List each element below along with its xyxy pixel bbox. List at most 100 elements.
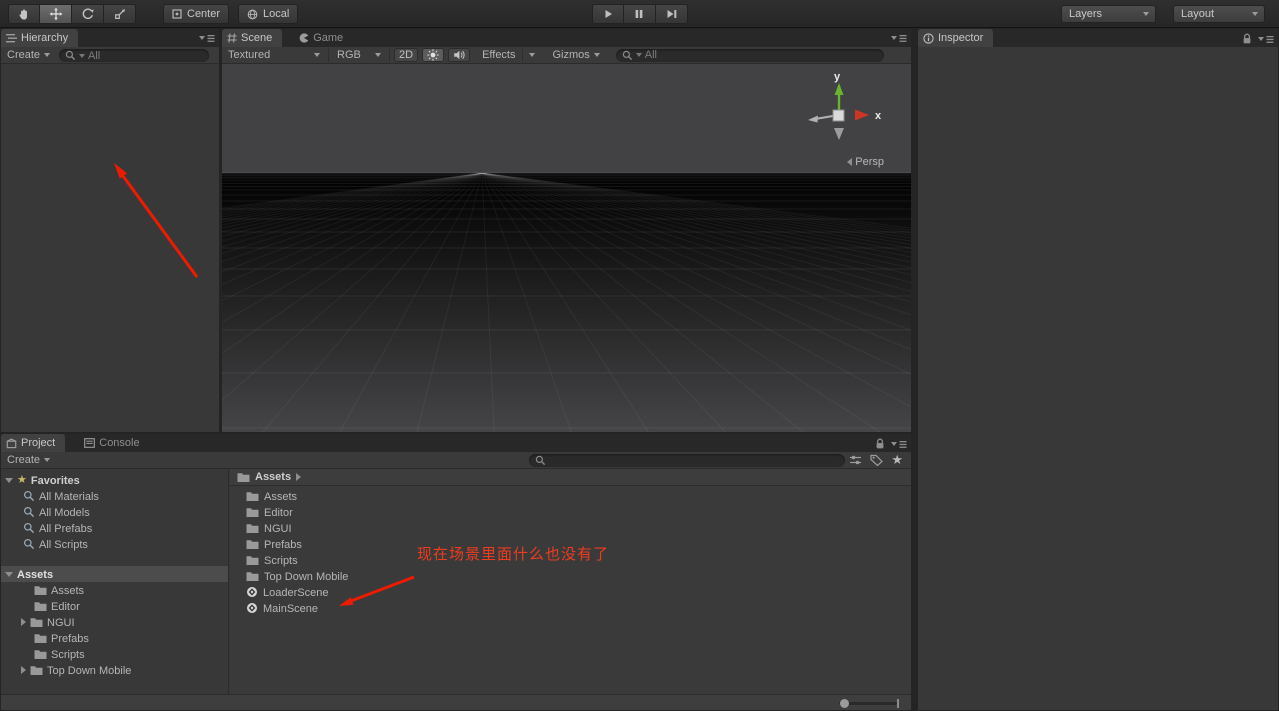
asset-item-top-down-mobile[interactable]: Top Down Mobile (230, 568, 911, 584)
tree-item-assets-root[interactable]: Assets (1, 566, 228, 582)
divider (389, 48, 390, 62)
tree-item-assets[interactable]: Assets (1, 582, 228, 598)
asset-item-ngui[interactable]: NGUI (230, 520, 911, 536)
search-by-type-icon[interactable] (849, 454, 862, 466)
gizmos-label: Gizmos (552, 49, 590, 61)
move-icon (49, 7, 62, 21)
pane-menu-icon[interactable] (891, 439, 907, 450)
projection-toggle[interactable]: Persp (847, 156, 884, 168)
folder-icon (246, 507, 259, 517)
gizmo-cube-icon (832, 109, 845, 122)
pivot-center-button[interactable]: Center (163, 4, 230, 24)
favorites-item-all-models[interactable]: All Models (1, 504, 228, 520)
hierarchy-search-input[interactable]: All (59, 49, 209, 62)
pane-menu-icon[interactable] (1258, 34, 1274, 45)
search-by-label-icon[interactable] (870, 454, 884, 466)
tree-item-scripts[interactable]: Scripts (1, 646, 228, 662)
scene-lighting-toggle[interactable] (422, 48, 445, 62)
asset-item-loaderscene[interactable]: LoaderScene (230, 584, 911, 600)
pane-menu-icon[interactable] (199, 33, 215, 44)
tab-game[interactable]: Game (294, 29, 354, 47)
tab-project-label: Project (21, 437, 56, 449)
x-axis-arrow-icon (855, 109, 869, 121)
divider (521, 48, 523, 62)
hierarchy-tabrow: Hierarchy (1, 29, 219, 47)
info-icon (923, 32, 934, 44)
tab-inspector[interactable]: Inspector (918, 29, 994, 47)
tree-item-ngui[interactable]: NGUI (1, 614, 228, 630)
tab-scene[interactable]: Scene (222, 29, 283, 47)
gizmos-dropdown[interactable]: Gizmos (547, 47, 606, 63)
tab-game-label: Game (313, 32, 344, 44)
hand-tool-button[interactable] (8, 4, 40, 24)
scene-search-input[interactable]: All (615, 48, 884, 62)
pivot-icon (172, 9, 182, 19)
breadcrumb[interactable]: Assets (230, 469, 911, 486)
space-local-label: Local (263, 8, 290, 20)
hierarchy-toolbar: Create All (1, 47, 219, 64)
foldout-open-icon (5, 571, 13, 577)
inspector-body (918, 47, 1278, 710)
scene-viewport[interactable]: y x Persp (222, 64, 911, 432)
saved-search-star-icon[interactable]: ★ (891, 453, 903, 466)
tree-item-prefabs[interactable]: Prefabs (1, 630, 228, 646)
sun-icon (427, 49, 439, 61)
lock-icon[interactable] (1242, 33, 1252, 45)
divider (328, 48, 329, 62)
inspector-tabrow: Inspector (918, 29, 1278, 47)
pause-button[interactable] (623, 4, 656, 24)
move-tool-button[interactable] (40, 4, 72, 24)
tree-item-editor[interactable]: Editor (1, 598, 228, 614)
project-tabrow: Project Console (1, 434, 911, 452)
project-content: ★ Favorites All Materials All Models All… (1, 469, 911, 694)
rotate-tool-button[interactable] (72, 4, 104, 24)
tab-console[interactable]: Console (79, 434, 150, 452)
favorites-star-icon: ★ (17, 474, 27, 486)
project-create-dropdown[interactable]: Create (1, 452, 56, 468)
tab-project[interactable]: Project (1, 434, 66, 452)
scene-audio-toggle[interactable] (448, 48, 471, 62)
step-button[interactable] (655, 4, 688, 24)
search-filter-caret-icon (79, 53, 85, 58)
favorites-item-all-prefabs[interactable]: All Prefabs (1, 520, 228, 536)
pivot-group: Center Local (163, 4, 299, 24)
chevron-down-icon (528, 53, 535, 57)
chevron-down-icon (375, 53, 381, 57)
tree-item-top-down-mobile[interactable]: Top Down Mobile (1, 662, 228, 678)
effects-dropdown[interactable]: Effects (476, 47, 540, 63)
hand-icon (19, 9, 27, 20)
tab-console-label: Console (99, 437, 140, 449)
2d-toggle-button[interactable]: 2D (394, 48, 419, 62)
hierarchy-create-dropdown[interactable]: Create (1, 47, 56, 63)
pane-menu-icon[interactable] (891, 33, 907, 44)
chevron-down-icon (593, 53, 600, 57)
favorites-header[interactable]: ★ Favorites (1, 472, 228, 488)
search-filter-icon (23, 490, 35, 502)
play-button[interactable] (591, 4, 624, 24)
asset-size-slider-thumb[interactable] (840, 699, 849, 708)
z-axis-arrow-icon (834, 128, 844, 140)
space-local-button[interactable]: Local (238, 4, 299, 24)
folder-icon (30, 617, 43, 627)
hierarchy-search-filter: All (88, 49, 101, 62)
asset-item-editor[interactable]: Editor (230, 504, 911, 520)
scale-tool-button[interactable] (104, 4, 136, 24)
tab-hierarchy[interactable]: Hierarchy (1, 29, 79, 47)
lock-icon[interactable] (875, 438, 885, 450)
scene-view-toolbar: Textured RGB 2D Effects Gizmos All (222, 47, 911, 64)
favorites-item-all-scripts[interactable]: All Scripts (1, 536, 228, 552)
shading-mode-dropdown[interactable]: Textured (222, 47, 326, 63)
render-channel-dropdown[interactable]: RGB (331, 47, 387, 63)
layout-label: Layout (1181, 8, 1215, 20)
hierarchy-body[interactable] (1, 64, 219, 432)
hierarchy-panel: Hierarchy Create All (0, 28, 220, 433)
orientation-gizmo[interactable]: y x (777, 70, 897, 148)
favorites-item-all-materials[interactable]: All Materials (1, 488, 228, 504)
search-icon (535, 455, 546, 466)
asset-item-assets[interactable]: Assets (230, 488, 911, 504)
project-search-input[interactable] (529, 454, 845, 467)
layout-dropdown[interactable]: Layout (1173, 5, 1265, 23)
asset-item-mainscene[interactable]: MainScene (230, 600, 911, 616)
persp-icon (847, 158, 853, 166)
layers-dropdown[interactable]: Layers (1061, 5, 1156, 23)
